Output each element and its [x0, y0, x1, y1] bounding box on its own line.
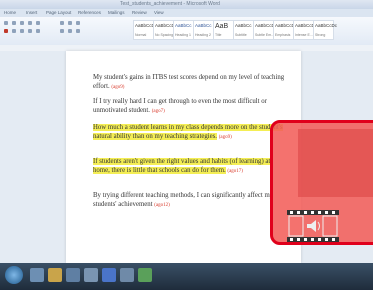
numbering-icon[interactable] — [68, 21, 72, 25]
ie-icon[interactable] — [30, 268, 44, 282]
word-icon[interactable] — [102, 268, 116, 282]
style-name: Intense E... — [295, 33, 313, 37]
reference-tag: (ago9) — [218, 135, 232, 140]
border-icon[interactable] — [76, 29, 80, 33]
overlay-inner-panel — [298, 129, 373, 197]
paragraph-text: If I try really hard I can get through t… — [93, 98, 267, 114]
style-name: Heading 2 — [195, 33, 211, 37]
tab-view[interactable]: View — [154, 10, 164, 15]
paragraph-4-highlighted[interactable]: If students aren't given the right value… — [93, 157, 288, 176]
align-left-icon[interactable] — [20, 29, 24, 33]
tab-references[interactable]: References — [78, 10, 101, 15]
font-color-icon[interactable] — [4, 29, 8, 33]
style-heading-1[interactable]: AaBbCc Heading 1 — [173, 20, 194, 40]
style-intense-emphasis[interactable]: AaBbCcDc Intense E... — [293, 20, 317, 40]
paragraph-3-highlighted[interactable]: How much a student learns in my class de… — [93, 123, 288, 142]
reference-tag: (ago7) — [151, 109, 165, 114]
style-subtle-emphasis[interactable]: AaBbCcDc Subtle Em... — [253, 20, 277, 40]
document-page[interactable]: My student's gains in ITBS test scores d… — [66, 51, 301, 263]
style-strong[interactable]: AaBbCcDc Strong — [313, 20, 338, 40]
style-subtitle[interactable]: AaBbCc Subtitle — [233, 20, 254, 40]
style-no-spacing[interactable]: AaBbCcDc No Spacing — [153, 20, 177, 40]
style-normal[interactable]: AaBbCcDc Normal — [133, 20, 157, 40]
style-emphasis[interactable]: AaBbCcDc Emphasis — [273, 20, 297, 40]
style-sample: AaB — [215, 23, 229, 30]
tab-home[interactable]: Home — [4, 10, 16, 15]
highlight-icon[interactable] — [12, 29, 16, 33]
style-name: Subtle Em... — [255, 33, 275, 37]
bullets-icon[interactable] — [60, 21, 64, 25]
bold-icon[interactable] — [20, 21, 24, 25]
shading-icon[interactable] — [68, 29, 72, 33]
reference-tag: (ago17) — [227, 169, 243, 174]
style-heading-2[interactable]: AaBbCc Heading 2 — [193, 20, 214, 40]
title-bar: Test_students_achievement - Microsoft Wo… — [0, 0, 373, 9]
app-icon[interactable] — [120, 268, 134, 282]
font-icon[interactable] — [12, 21, 16, 25]
style-name: Normal — [135, 33, 147, 37]
italic-icon[interactable] — [28, 21, 32, 25]
app-icon[interactable] — [84, 268, 98, 282]
film-strip-audio-icon — [287, 210, 339, 242]
style-name: Subtitle — [235, 33, 247, 37]
ribbon: AaBbCcDc Normal AaBbCcDc No Spacing AaBb… — [0, 17, 373, 46]
paragraph-text: By trying different teaching methods, I … — [93, 192, 274, 208]
window-title: Test_students_achievement - Microsoft Wo… — [120, 1, 220, 7]
style-name: Strong — [315, 33, 326, 37]
paragraph-1[interactable]: My student's gains in ITBS test scores d… — [93, 73, 288, 92]
style-sample: AaBbCcDc — [315, 23, 338, 28]
style-name: Heading 1 — [175, 33, 191, 37]
highlighted-text: How much a student learns in my class de… — [93, 124, 283, 140]
app-icon[interactable] — [138, 268, 152, 282]
style-sample: AaBbCc — [175, 23, 192, 28]
underline-icon[interactable] — [36, 21, 40, 25]
reference-tag: (ago12) — [154, 203, 170, 208]
indent-icon[interactable] — [76, 21, 80, 25]
paragraph-5[interactable]: By trying different teaching methods, I … — [93, 191, 288, 210]
align-right-icon[interactable] — [36, 29, 40, 33]
tab-review[interactable]: Review — [132, 10, 147, 15]
tab-insert[interactable]: Insert — [26, 10, 37, 15]
tab-mailings[interactable]: Mailings — [108, 10, 125, 15]
style-name: Title — [215, 33, 222, 37]
style-title[interactable]: AaB Title — [213, 20, 234, 40]
highlighted-text: If students aren't given the right value… — [93, 158, 271, 174]
ribbon-tabs: Home Insert Page Layout References Maili… — [0, 9, 373, 17]
style-name: No Spacing — [155, 33, 174, 37]
folder-icon[interactable] — [48, 268, 62, 282]
tab-page-layout[interactable]: Page Layout — [46, 10, 71, 15]
reference-tag: (ago9) — [111, 85, 125, 90]
style-sample: AaBbCc — [195, 23, 212, 28]
media-icon[interactable] — [66, 268, 80, 282]
line-spacing-icon[interactable] — [60, 29, 64, 33]
start-button[interactable] — [5, 266, 23, 284]
screenshot: Test_students_achievement - Microsoft Wo… — [0, 0, 373, 290]
taskbar — [0, 263, 373, 290]
style-sample: AaBbCc — [235, 23, 252, 28]
paste-icon[interactable] — [4, 21, 8, 25]
style-name: Emphasis — [275, 33, 291, 37]
paragraph-2[interactable]: If I try really hard I can get through t… — [93, 97, 288, 116]
align-center-icon[interactable] — [28, 29, 32, 33]
